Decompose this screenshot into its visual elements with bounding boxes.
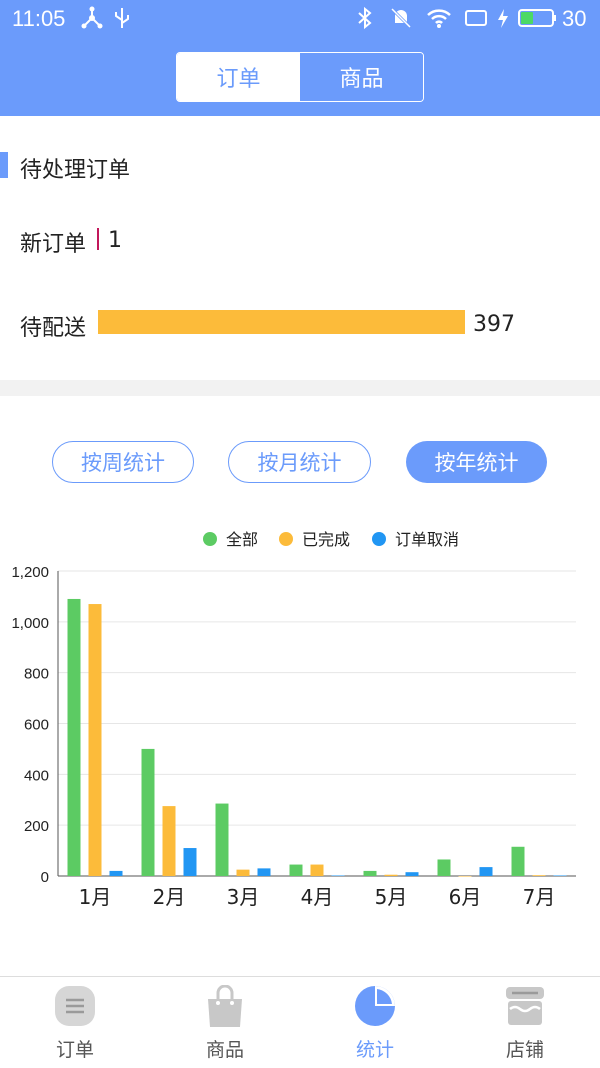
- tab-products[interactable]: 商品: [300, 53, 423, 101]
- wifi-icon: [426, 6, 452, 35]
- screen-icon: [464, 6, 488, 35]
- legend-marker-1: [279, 532, 293, 546]
- charging-icon: [496, 6, 510, 35]
- store-icon: [506, 987, 544, 1025]
- new-orders-label[interactable]: 新订单: [20, 226, 86, 258]
- legend-marker-0: [203, 532, 217, 546]
- bottom-tab-bar: 订单 商品 统计 店铺: [0, 976, 600, 1068]
- battery-level: 30: [562, 6, 587, 31]
- bar-5月-全部: [363, 870, 377, 876]
- bar-5月-已完成: [384, 874, 398, 876]
- shopping-bag-icon: [208, 985, 242, 1027]
- x-tick-label: 2月: [153, 885, 186, 909]
- bar-4月-已完成: [310, 864, 324, 876]
- legend-label-2: 订单取消: [395, 530, 459, 549]
- status-bar: 11:05 30: [0, 0, 600, 38]
- y-tick-label: 0: [41, 869, 49, 886]
- x-tick-label: 5月: [375, 885, 408, 909]
- tab-bar-statistics-label: 统计: [355, 1039, 394, 1061]
- tab-bar-orders[interactable]: 订单: [0, 977, 150, 1068]
- y-tick-label: 400: [24, 767, 49, 784]
- bar-6月-已完成: [458, 876, 472, 877]
- bar-6月-全部: [437, 859, 451, 876]
- x-tick-label: 1月: [79, 885, 112, 909]
- legend-label-0: 全部: [226, 530, 258, 549]
- new-orders-bar: [97, 228, 99, 250]
- y-tick-label: 800: [24, 666, 49, 683]
- tab-bar-products[interactable]: 商品: [150, 977, 300, 1068]
- status-time: 11:05: [12, 6, 66, 31]
- share-icon: [80, 6, 104, 35]
- legend-label-1: 已完成: [302, 530, 350, 549]
- y-tick-label: 1,000: [11, 615, 49, 632]
- bar-3月-全部: [215, 803, 229, 876]
- to-deliver-value: 397: [473, 312, 515, 337]
- usb-icon: [112, 6, 132, 35]
- bar-1月-全部: [67, 598, 81, 876]
- x-tick-label: 7月: [523, 885, 556, 909]
- bar-2月-全部: [141, 748, 155, 876]
- section-divider: [0, 380, 600, 396]
- section-accent-bar: [0, 152, 8, 178]
- bar-4月-全部: [289, 864, 303, 876]
- battery-icon: [518, 6, 558, 35]
- x-tick-label: 4月: [301, 885, 334, 909]
- bar-3月-订单取消: [257, 868, 271, 876]
- x-tick-label: 3月: [227, 885, 260, 909]
- tab-bar-products-label: 商品: [205, 1039, 244, 1061]
- tab-bar-store[interactable]: 店铺: [450, 977, 600, 1068]
- bar-3月-已完成: [236, 869, 250, 876]
- bar-2月-订单取消: [183, 848, 197, 876]
- tab-bar-store-label: 店铺: [505, 1039, 544, 1061]
- section-title: 待处理订单: [20, 158, 131, 183]
- y-tick-label: 600: [24, 717, 49, 734]
- mute-bell-icon: [390, 6, 412, 35]
- orders-bar-chart: 全部 已完成 订单取消 0 200 400 600 800 1,000 1,200 1月 2月 3月 4月…: [11, 530, 576, 909]
- legend-marker-2: [372, 532, 386, 546]
- list-icon: [55, 986, 95, 1026]
- filter-yearly-button[interactable]: 按年统计: [406, 441, 547, 483]
- bar-4月-订单取消: [331, 875, 345, 876]
- tab-orders[interactable]: 订单: [177, 53, 300, 101]
- bar-6月-订单取消: [479, 867, 493, 876]
- pie-chart-icon: [355, 986, 395, 1026]
- tab-bar-statistics[interactable]: 统计: [300, 977, 450, 1068]
- new-orders-value: 1: [108, 228, 122, 253]
- filter-weekly-button[interactable]: 按周统计: [52, 441, 194, 483]
- bar-7月-已完成: [532, 875, 546, 876]
- bar-1月-已完成: [88, 604, 102, 876]
- bar-2月-已完成: [162, 806, 176, 876]
- y-tick-label: 1,200: [11, 564, 49, 581]
- bar-5月-订单取消: [405, 872, 419, 876]
- to-deliver-label[interactable]: 待配送: [20, 310, 86, 342]
- bluetooth-icon: [356, 6, 374, 35]
- bar-7月-订单取消: [553, 875, 567, 876]
- filter-monthly-button[interactable]: 按月统计: [228, 441, 371, 483]
- header-segmented-control: 订单 商品: [176, 52, 424, 102]
- y-tick-label: 200: [24, 818, 49, 835]
- app-header: 11:05 30 订单 商品: [0, 0, 600, 116]
- tab-bar-orders-label: 订单: [55, 1039, 94, 1061]
- to-deliver-bar: [98, 310, 465, 334]
- bar-1月-订单取消: [109, 870, 123, 876]
- bar-7月-全部: [511, 846, 525, 876]
- x-tick-label: 6月: [449, 885, 482, 909]
